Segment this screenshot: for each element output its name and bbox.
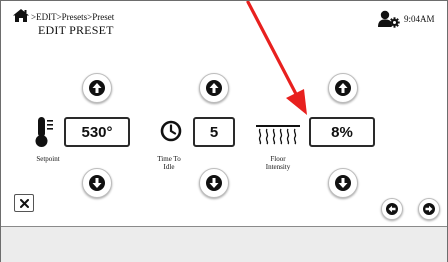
floor-intensity-value[interactable]: 8% xyxy=(309,117,375,147)
floor-intensity-label: Floor Intensity xyxy=(265,155,291,171)
setpoint-value[interactable]: 530° xyxy=(64,117,130,147)
time-to-idle-value[interactable]: 5 xyxy=(193,117,235,147)
time-to-idle-increase-button[interactable] xyxy=(199,73,229,103)
previous-button[interactable] xyxy=(381,198,403,220)
next-button[interactable] xyxy=(418,198,440,220)
arrow-down-icon xyxy=(335,175,351,191)
breadcrumb: >EDIT>Presets>Preset xyxy=(13,9,114,24)
time-to-idle-decrease-button[interactable] xyxy=(199,168,229,198)
user-settings-icon[interactable] xyxy=(378,10,400,33)
home-icon[interactable] xyxy=(13,9,29,24)
arrow-up-icon xyxy=(89,80,105,96)
floor-intensity-increase-button[interactable] xyxy=(328,73,358,103)
arrow-right-icon xyxy=(423,203,435,215)
close-icon xyxy=(19,198,29,208)
floor-heat-icon xyxy=(256,125,300,150)
page-title: EDIT PRESET xyxy=(38,23,114,37)
setpoint-decrease-button[interactable] xyxy=(82,168,112,198)
setpoint-increase-button[interactable] xyxy=(82,73,112,103)
clock-icon xyxy=(160,120,182,147)
arrow-up-icon xyxy=(335,80,351,96)
floor-intensity-decrease-button[interactable] xyxy=(328,168,358,198)
close-button[interactable] xyxy=(14,194,34,212)
arrow-down-icon xyxy=(89,175,105,191)
clock-time: 9:04AM xyxy=(404,14,435,24)
setpoint-label: Setpoint xyxy=(36,155,60,163)
breadcrumb-text[interactable]: >EDIT>Presets>Preset xyxy=(31,12,114,22)
edit-preset-screen: >EDIT>Presets>Preset EDIT PRESET 9:04AM xyxy=(0,0,448,262)
arrow-left-icon xyxy=(386,203,398,215)
arrow-up-icon xyxy=(206,80,222,96)
footer-bar xyxy=(0,226,448,262)
time-to-idle-label: Time To Idle xyxy=(157,155,181,171)
arrow-down-icon xyxy=(206,175,222,191)
thermometer-icon xyxy=(34,116,54,153)
